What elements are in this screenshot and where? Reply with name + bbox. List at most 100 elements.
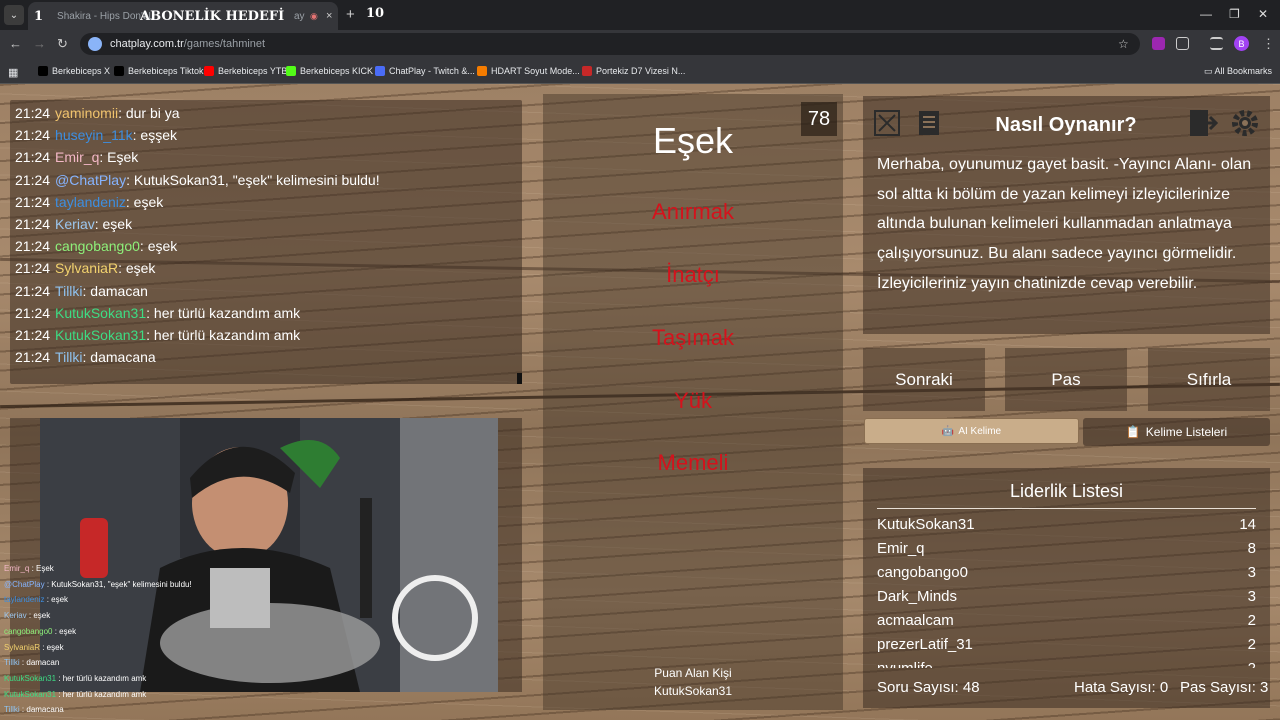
chat-message: 21:24 cangobango0: eşek	[15, 238, 177, 254]
url-path: /games/tahminet	[183, 38, 266, 50]
tab-close-icon[interactable]: ×	[326, 10, 332, 22]
bookmark-2[interactable]: Berkebiceps Tiktok	[114, 66, 204, 76]
chat-username[interactable]: cangobango0	[55, 238, 140, 254]
subscriber-goal-overlay: ABONELİK HEDEFİ	[140, 8, 285, 24]
chat-text: : eşşek	[132, 127, 177, 144]
chat-username[interactable]: Emir_q	[55, 149, 99, 165]
chat-username[interactable]: taylandeniz	[55, 194, 126, 210]
url-host: chatplay.com.tr	[110, 38, 184, 50]
chat-username[interactable]: KutukSokan31	[55, 327, 146, 343]
bookmark-1[interactable]: Berkebiceps X	[38, 66, 110, 76]
profile-avatar[interactable]: B	[1234, 36, 1249, 51]
pass-button[interactable]: Pas	[1005, 348, 1127, 411]
chatplay-icon	[375, 66, 385, 76]
leaderboard-title: Liderlik Listesi	[1009, 481, 1124, 501]
forbidden-word: İnatçı	[666, 262, 720, 287]
overlay-chat-message: Emir_q : Eşek	[4, 564, 54, 573]
how-to-play-text: Merhaba, oyunumuz gayet basit. -Yayıncı …	[877, 156, 1252, 292]
chat-scrollbar[interactable]	[517, 373, 522, 384]
chat-message: 21:24 yaminomii: dur bi ya	[15, 105, 180, 121]
youtube-icon	[204, 66, 214, 76]
chat-username[interactable]: Keriav	[55, 216, 95, 232]
bookmark-6[interactable]: HDART Soyut Mode...	[477, 66, 580, 76]
overlay-chat-text: : her türlü kazandım amk	[56, 673, 147, 683]
overlay-chat-username: Tillki	[4, 658, 20, 668]
tab-search-icon[interactable]: ⌄	[4, 5, 24, 25]
forbidden-word: Anırmak	[652, 199, 734, 224]
overlay-chat-text: : Eşek	[29, 564, 54, 573]
new-tab-icon[interactable]: +	[346, 6, 355, 23]
chat-username[interactable]: @ChatPlay	[55, 172, 126, 188]
overlay-chat-message: cangobango0 : eşek	[4, 627, 76, 636]
leaderboard-list[interactable]: KutukSokan31 14 Emir_q 8 cangobango0 3 Dark_Mi…	[863, 512, 1270, 668]
extensions-puzzle-icon[interactable]	[1176, 37, 1189, 50]
error-count: Hata Sayısı: 0	[1074, 679, 1169, 696]
overlay-chat-text: : her türlü kazandım amk	[56, 689, 147, 699]
scorer-label: Puan Alan Kişi	[654, 666, 732, 680]
bookmark-4[interactable]: Berkebiceps KICK	[286, 66, 373, 76]
pass-count: Pas Sayısı: 3	[1180, 679, 1269, 696]
overlay-chat-username: KutukSokan31	[4, 673, 57, 683]
recording-icon: ◉	[310, 10, 318, 21]
chat-username[interactable]: KutukSokan31	[55, 305, 146, 321]
chat-time: 21:24	[15, 127, 51, 144]
ai-word-button[interactable]: 🤖 AI Kelime	[864, 418, 1079, 444]
settings-gear-icon[interactable]	[1229, 107, 1261, 139]
site-info-icon[interactable]	[88, 37, 102, 51]
back-icon[interactable]: ←	[9, 36, 22, 51]
reload-icon[interactable]: ↻	[57, 36, 68, 52]
bookmark-5[interactable]: ChatPlay - Twitch &...	[375, 66, 475, 76]
bookmark-label: HDART Soyut Mode...	[491, 66, 580, 76]
chat-username[interactable]: Tillki	[55, 349, 82, 365]
address-bar[interactable]: chatplay.com.tr/games/tahminet	[80, 33, 1140, 55]
player-score: 2	[1247, 612, 1256, 629]
bookmark-label: Berkebiceps YTB	[218, 66, 288, 76]
how-to-play-title: Nasıl Oynanır?	[995, 114, 1137, 136]
notes-icon[interactable]	[913, 107, 945, 139]
minimize-icon[interactable]: —	[1200, 7, 1212, 21]
chat-username[interactable]: yaminomii	[55, 105, 118, 121]
chat-username[interactable]: SylvaniaR	[55, 260, 118, 276]
player-score: 3	[1247, 588, 1256, 605]
target-word: Eşek	[652, 120, 734, 161]
active-tab[interactable]: 1 Shakira - Hips Don't L ABONELİK HEDEFİ…	[28, 2, 338, 30]
portekiz-icon	[582, 66, 592, 76]
fullscreen-icon[interactable]	[871, 107, 903, 139]
leaderboard-row: nvumlife 2	[877, 660, 1256, 668]
chat-username[interactable]: huseyin_11k	[55, 127, 133, 143]
chat-message: 21:24 @ChatPlay: KutukSokan31, "eşek" kel…	[15, 172, 380, 188]
leaderboard-divider	[877, 508, 1256, 509]
reset-button[interactable]: Sıfırla	[1148, 348, 1270, 411]
tab-number: 1	[34, 8, 44, 24]
player-score: 14	[1239, 516, 1256, 533]
logout-icon[interactable]	[1187, 107, 1219, 139]
reading-list-icon[interactable]	[1210, 37, 1223, 50]
question-count: Soru Sayısı: 48	[877, 679, 980, 696]
window-close-icon[interactable]: ✕	[1258, 7, 1268, 21]
bookmark-3[interactable]: Berkebiceps YTB	[204, 66, 287, 76]
bookmark-7[interactable]: Portekiz D7 Vizesi N...	[582, 66, 685, 76]
chat-message: 21:24 Keriav: eşek	[15, 216, 132, 232]
player-score: 8	[1247, 540, 1256, 557]
word-lists-button[interactable]: 📋 Kelime Listeleri	[1083, 418, 1270, 446]
overlay-chat-text: : KutukSokan31, "eşek" kelimesini buldu!	[44, 579, 192, 589]
chat-time: 21:24	[15, 327, 51, 343]
chat-time: 21:24	[15, 193, 51, 210]
extension-icon[interactable]	[1152, 37, 1165, 50]
overlay-chat-message: Tillki : damacan	[4, 658, 59, 667]
hdart-icon	[477, 66, 487, 76]
next-button[interactable]: Sonraki	[863, 348, 985, 411]
all-bookmarks[interactable]: ▭ All Bookmarks	[1204, 66, 1272, 77]
forward-icon[interactable]: →	[33, 36, 46, 51]
apps-grid-icon[interactable]: ▦	[8, 66, 18, 79]
bookmarks-bar: ▦ Berkebiceps X Berkebiceps Tiktok Berkebi…	[0, 58, 1280, 84]
chat-text: : damacana	[82, 349, 156, 366]
leaderboard-row: acmaalcam 2	[877, 612, 1256, 629]
chat-username[interactable]: Tillki	[55, 283, 82, 299]
ai-word-label: AI Kelime	[958, 425, 1002, 437]
tab-bar: ⌄ 1 Shakira - Hips Don't L ABONELİK HEDE…	[0, 0, 1280, 30]
tab-counter: 10	[366, 6, 385, 21]
restore-icon[interactable]: ❐	[1229, 7, 1240, 21]
browser-menu-icon[interactable]: ⋮	[1262, 36, 1275, 52]
bookmark-star-icon[interactable]: ☆	[1118, 37, 1129, 51]
